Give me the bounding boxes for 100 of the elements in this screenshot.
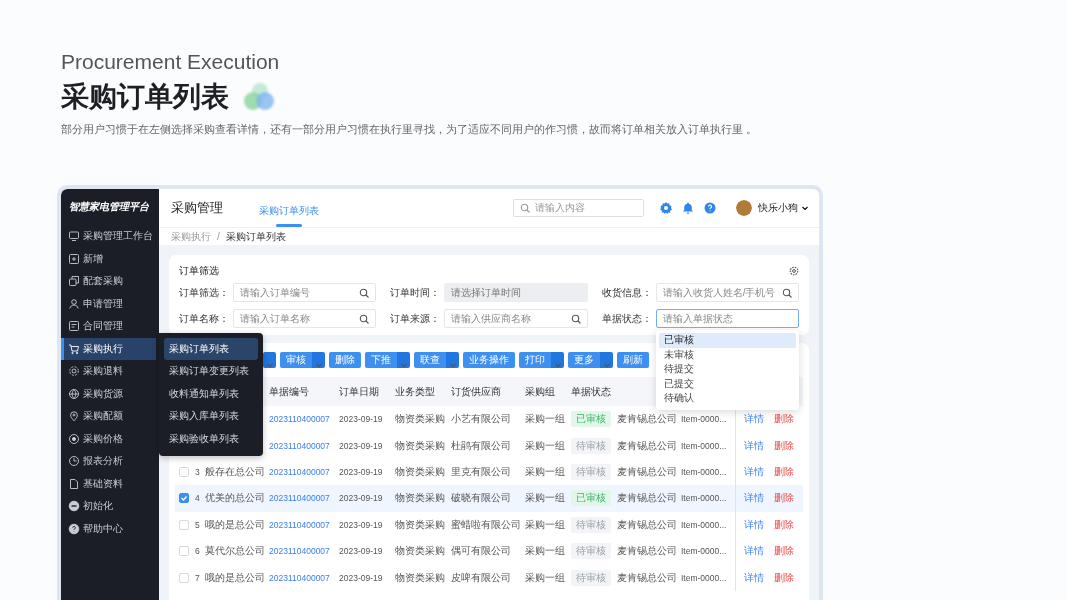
column-header: 业务类型 — [395, 384, 436, 399]
user-name[interactable]: 快乐小狗 — [758, 201, 798, 215]
input-field[interactable]: 请输入订单编号 — [233, 283, 377, 302]
details-link[interactable]: 详情 — [744, 544, 764, 559]
selected-row[interactable]: 4 优美的总公司 2023110400007 2023-09-19 物资类采购 破晓有限公司 采购一组 已审核 麦肯锡总公司 Item-0000... 详情 删除 — [175, 485, 803, 512]
table-cell: 2023-09-19 — [339, 546, 383, 557]
sidebar-item[interactable]: 初始化 — [61, 495, 156, 518]
toolbar-button[interactable]: 刷新 — [617, 352, 649, 368]
sidebar-item[interactable]: 采购退料 — [61, 360, 156, 383]
field-label: 订单名称： — [179, 311, 230, 326]
dropdown-option[interactable]: 已提交 — [658, 376, 796, 392]
table-cell: 采购一组 — [525, 412, 565, 427]
table-cell: 哦的是总公司 — [205, 570, 265, 585]
sidebar-item[interactable]: 合同管理 — [61, 315, 156, 338]
table-cell: 杜鹃有限公司 — [451, 438, 511, 453]
table-cell: 麦肯锡总公司 — [617, 570, 677, 585]
input-field[interactable]: 请输入收货人姓名/手机号 — [655, 283, 799, 302]
submenu-item[interactable]: 采购入库单列表 — [164, 405, 258, 428]
dropdown-option[interactable]: 待提交 — [658, 362, 796, 377]
table-cell: Item-0000... — [681, 546, 727, 557]
input-field[interactable]: 请选择订单时间 — [444, 283, 588, 302]
table-cell: Item-0000... — [681, 493, 727, 504]
table-cell: 里克有限公司 — [451, 464, 511, 479]
sidebar-item[interactable]: 申请管理 — [61, 292, 156, 315]
input-field[interactable]: 请输入单据状态 — [655, 309, 799, 328]
table-cell: 麦肯锡总公司 — [617, 544, 677, 559]
delete-link[interactable]: 删除 — [774, 464, 794, 479]
table-cell: 偶可有限公司 — [451, 544, 511, 559]
table-cell: 物资类采购 — [395, 412, 445, 427]
delete-link[interactable]: 删除 — [774, 570, 794, 585]
sidebar-item[interactable]: 基础资料 — [61, 472, 156, 495]
table-cell: 2023-09-19 — [339, 466, 383, 477]
table-cell: 采购一组 — [525, 491, 565, 506]
row-number: 7 — [195, 572, 200, 583]
brand-title: 智慧家电管理平台 — [68, 200, 150, 214]
search-field[interactable]: 请输入内容 — [513, 199, 644, 217]
tab[interactable]: 采购订单列表 — [259, 198, 319, 224]
table-cell: 2023-09-19 — [339, 440, 383, 451]
details-link[interactable]: 详情 — [744, 517, 764, 532]
row-number: 5 — [195, 519, 200, 530]
details-link[interactable]: 详情 — [744, 491, 764, 506]
sidebar-item[interactable]: 报表分析 — [61, 450, 156, 473]
table-cell: 麦肯锡总公司 — [617, 464, 677, 479]
status-tag: 待审核 — [571, 543, 611, 560]
table-cell: 采购一组 — [525, 570, 565, 585]
dropdown-option[interactable]: 已审核 — [658, 333, 796, 348]
table-cell: 采购一组 — [525, 464, 565, 479]
dropdown-option[interactable]: 待确认 — [658, 391, 796, 406]
details-link[interactable]: 详情 — [744, 464, 764, 479]
order-link[interactable]: 2023110400007 — [269, 572, 330, 583]
table-cell: 蜜蜡啦有限公司 — [451, 517, 521, 532]
delete-link[interactable]: 删除 — [774, 491, 794, 506]
sidebar-item[interactable]: 采购执行 — [61, 337, 156, 360]
delete-link[interactable]: 删除 — [774, 438, 794, 453]
table-cell: 麦肯锡总公司 — [617, 412, 677, 427]
details-link[interactable]: 详情 — [744, 570, 764, 585]
table-cell: 2023-09-19 — [339, 493, 383, 504]
order-link[interactable]: 2023110400007 — [269, 414, 330, 425]
submenu-item[interactable]: 采购订单列表 — [164, 337, 258, 360]
delete-link[interactable]: 删除 — [774, 517, 794, 532]
row-number: 6 — [195, 546, 200, 557]
submenu-item[interactable]: 采购订单变更列表 — [164, 360, 258, 383]
sidebar-item[interactable]: 新增 — [61, 247, 156, 270]
breadcrumb-item[interactable]: 采购执行 — [171, 229, 211, 244]
field-label: 单据状态： — [601, 311, 653, 326]
details-link[interactable]: 详情 — [744, 412, 764, 427]
app-title: 采购管理 — [171, 199, 223, 217]
sidebar-item[interactable]: 采购货源 — [61, 382, 156, 405]
table-cell: Item-0000... — [681, 572, 727, 583]
order-link[interactable]: 2023110400007 — [269, 440, 330, 451]
table-cell: Item-0000... — [681, 440, 727, 451]
field-label: 订单来源： — [390, 311, 442, 326]
sidebar-item[interactable]: 配套采购 — [61, 270, 156, 293]
order-link[interactable]: 2023110400007 — [269, 493, 330, 504]
submenu-item[interactable]: 收料通知单列表 — [164, 382, 258, 405]
toolbar-button[interactable]: 业务操作 — [463, 352, 515, 368]
breadcrumb-separator: / — [217, 231, 220, 242]
column-header: 单据状态 — [571, 384, 612, 399]
sidebar-item[interactable]: 采购价格 — [61, 427, 156, 450]
breadcrumb-item: 采购订单列表 — [225, 229, 286, 244]
toolbar-button[interactable]: 删除 — [329, 352, 361, 368]
table-cell: 物资类采购 — [395, 438, 445, 453]
order-link[interactable]: 2023110400007 — [269, 546, 330, 557]
order-link[interactable]: 2023110400007 — [269, 519, 330, 530]
submenu-item[interactable]: 采购验收单列表 — [164, 427, 258, 450]
delete-link[interactable]: 删除 — [774, 544, 794, 559]
input-field[interactable]: 请输入供应商名称 — [444, 309, 588, 328]
sidebar-item[interactable]: 采购管理工作台 — [61, 225, 156, 248]
table-cell: 麦肯锡总公司 — [617, 517, 677, 532]
status-tag: 待审核 — [571, 569, 611, 586]
row-number: 3 — [195, 466, 200, 477]
sidebar-item[interactable]: 帮助中心 — [61, 517, 156, 540]
delete-link[interactable]: 删除 — [774, 412, 794, 427]
dropdown-option[interactable]: 未审核 — [658, 347, 796, 363]
table-cell: 物资类采购 — [395, 464, 445, 479]
sidebar-item[interactable]: 采购配额 — [61, 405, 156, 428]
order-link[interactable]: 2023110400007 — [269, 466, 330, 477]
table-cell: Item-0000... — [681, 466, 727, 477]
input-field[interactable]: 请输入订单名称 — [233, 309, 377, 328]
details-link[interactable]: 详情 — [744, 438, 764, 453]
